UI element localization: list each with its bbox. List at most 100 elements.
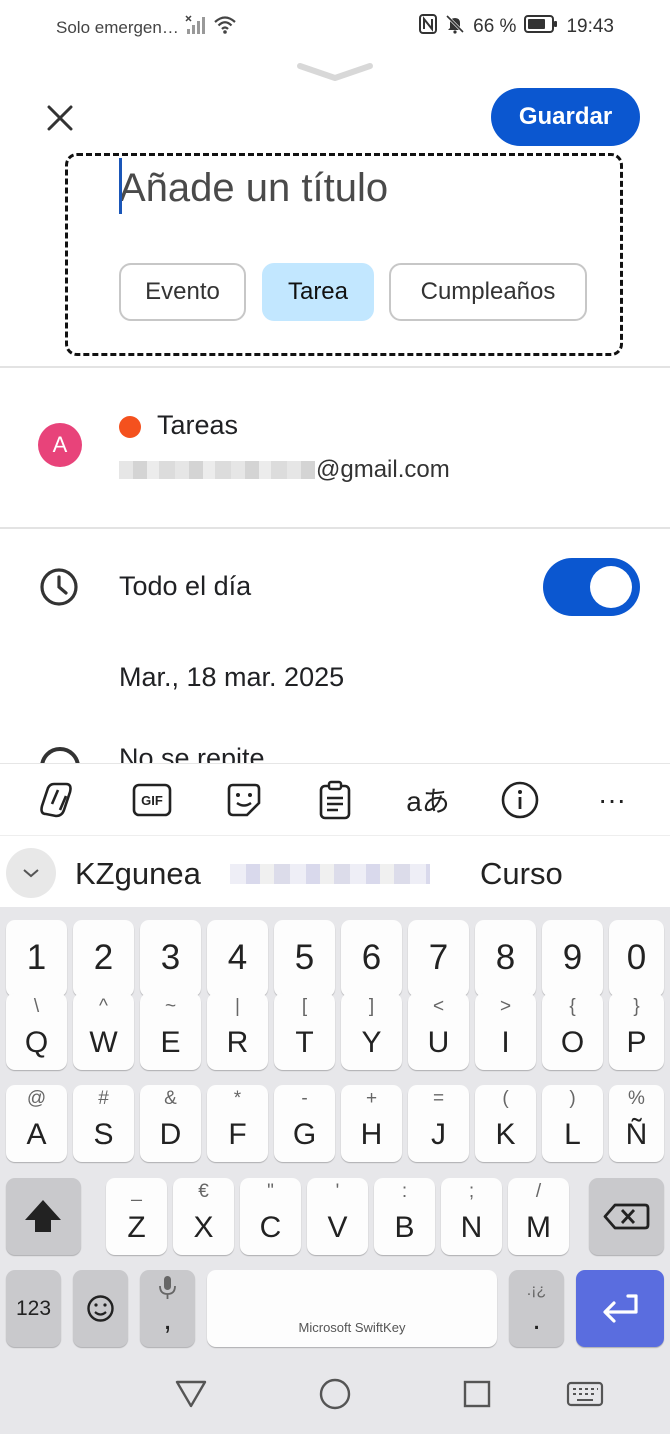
key-t[interactable]: [T bbox=[274, 993, 335, 1070]
key-j[interactable]: = J bbox=[408, 1085, 469, 1162]
sheet-drag-handle[interactable] bbox=[296, 62, 374, 82]
key-d[interactable]: & D bbox=[140, 1085, 201, 1162]
clipboard-icon[interactable] bbox=[311, 778, 359, 822]
key-f[interactable]: * F bbox=[207, 1085, 268, 1162]
keyboard-toolbar: GIF aあ ··· bbox=[0, 763, 670, 835]
period-key[interactable]: .¡¿. bbox=[509, 1270, 564, 1347]
all-day-label: Todo el día bbox=[119, 571, 252, 601]
key-b[interactable]: :B bbox=[374, 1178, 435, 1255]
key-u[interactable]: < U bbox=[408, 993, 469, 1070]
text-caret bbox=[119, 158, 122, 214]
repeat-row[interactable]: No se repite bbox=[0, 745, 670, 763]
toggle-knob bbox=[590, 566, 632, 608]
more-icon[interactable]: ··· bbox=[588, 778, 636, 822]
key-e[interactable]: ~ E bbox=[140, 993, 201, 1070]
chip-cumpleanos[interactable]: Cumpleaños bbox=[389, 263, 587, 321]
key-q[interactable]: \ Q bbox=[6, 993, 67, 1070]
key-v[interactable]: ' V bbox=[307, 1178, 368, 1255]
suggestion-right[interactable]: Curso bbox=[480, 856, 563, 892]
comma-key[interactable]: , bbox=[140, 1270, 195, 1347]
wifi-icon bbox=[213, 15, 237, 40]
keyboard-switch-button[interactable] bbox=[565, 1374, 605, 1414]
key-8[interactable]: 8 bbox=[475, 920, 536, 997]
mute-icon bbox=[445, 14, 465, 40]
recents-button[interactable] bbox=[457, 1374, 497, 1414]
key-r[interactable]: | R bbox=[207, 993, 268, 1070]
home-icon bbox=[319, 1378, 351, 1410]
close-icon bbox=[47, 105, 73, 131]
chip-evento[interactable]: Evento bbox=[119, 263, 246, 321]
collapse-suggestions-button[interactable] bbox=[6, 848, 56, 898]
key-p[interactable]: } P bbox=[609, 993, 664, 1070]
key-y[interactable]: ] Y bbox=[341, 993, 402, 1070]
emoji-key[interactable] bbox=[73, 1270, 128, 1347]
backspace-key[interactable] bbox=[589, 1178, 664, 1255]
space-key[interactable]: Microsoft SwiftKey bbox=[207, 1270, 497, 1347]
key-g[interactable]: -G bbox=[274, 1085, 335, 1162]
suggestion-bar: KZgunea Curso bbox=[0, 835, 670, 907]
account-email: @gmail.com bbox=[316, 456, 450, 483]
chevron-down-icon bbox=[297, 63, 373, 81]
title-input[interactable] bbox=[119, 158, 599, 218]
key-w[interactable]: ^ W bbox=[73, 993, 134, 1070]
key-m[interactable]: / M bbox=[508, 1178, 569, 1255]
key-0[interactable]: 0 bbox=[609, 920, 664, 997]
clock-icon bbox=[38, 566, 80, 608]
close-button[interactable] bbox=[38, 96, 82, 140]
key-5[interactable]: 5 bbox=[274, 920, 335, 997]
chip-tarea[interactable]: Tarea bbox=[262, 263, 374, 321]
keyboard-switch-icon bbox=[566, 1381, 604, 1407]
avatar: A bbox=[38, 423, 82, 467]
key-4[interactable]: 4 bbox=[207, 920, 268, 997]
calendar-color-dot bbox=[119, 416, 141, 438]
save-button[interactable]: Guardar bbox=[491, 88, 640, 146]
status-bar: Solo emergen… 66 % 19:43 bbox=[0, 0, 670, 52]
calendar-name: Tareas bbox=[157, 410, 239, 440]
info-icon[interactable] bbox=[496, 778, 544, 822]
key-s[interactable]: # S bbox=[73, 1085, 134, 1162]
clock-time: 19:43 bbox=[566, 16, 614, 37]
all-day-toggle[interactable] bbox=[543, 558, 640, 616]
battery-percent: 66 % bbox=[473, 16, 517, 37]
redacted-suggestion[interactable] bbox=[230, 864, 430, 884]
battery-icon bbox=[524, 15, 558, 39]
key-c[interactable]: " C bbox=[240, 1178, 301, 1255]
gif-icon[interactable]: GIF bbox=[128, 778, 176, 822]
enter-icon bbox=[603, 1294, 638, 1323]
key-6[interactable]: 6 bbox=[341, 920, 402, 997]
key-n[interactable]: ; N bbox=[441, 1178, 502, 1255]
shift-icon bbox=[25, 1200, 61, 1232]
status-left: Solo emergen… bbox=[56, 15, 237, 40]
shift-key[interactable] bbox=[6, 1178, 81, 1255]
key-2[interactable]: 2 bbox=[73, 920, 134, 997]
key-h[interactable]: + H bbox=[341, 1085, 402, 1162]
back-button[interactable] bbox=[171, 1374, 211, 1414]
nfc-icon bbox=[419, 14, 438, 40]
key-l[interactable]: ) L bbox=[542, 1085, 603, 1162]
enter-key[interactable] bbox=[576, 1270, 664, 1347]
key-7[interactable]: 7 bbox=[408, 920, 469, 997]
home-button[interactable] bbox=[315, 1374, 355, 1414]
key-z[interactable]: _ Z bbox=[106, 1178, 167, 1255]
key-n-tilde[interactable]: % Ñ bbox=[609, 1085, 664, 1162]
chevron-down-icon bbox=[23, 869, 39, 878]
numbers-key[interactable]: 123 bbox=[6, 1270, 61, 1347]
date-picker[interactable]: Mar., 18 mar. 2025 bbox=[119, 662, 344, 693]
key-k[interactable]: (K bbox=[475, 1085, 536, 1162]
redacted-email bbox=[119, 461, 315, 479]
key-o[interactable]: {O bbox=[542, 993, 603, 1070]
key-1[interactable]: 1 bbox=[6, 920, 67, 997]
svg-text:GIF: GIF bbox=[141, 793, 163, 808]
suggestion-left[interactable]: KZgunea bbox=[75, 856, 201, 892]
emoji-icon bbox=[87, 1295, 114, 1322]
recents-icon bbox=[463, 1380, 491, 1408]
key-a[interactable]: @ A bbox=[6, 1085, 67, 1162]
copilot-icon[interactable] bbox=[34, 778, 82, 822]
key-i[interactable]: > I bbox=[475, 993, 536, 1070]
key-x[interactable]: € X bbox=[173, 1178, 234, 1255]
key-3[interactable]: 3 bbox=[140, 920, 201, 997]
key-9[interactable]: 9 bbox=[542, 920, 603, 997]
translate-icon[interactable]: aあ bbox=[404, 778, 452, 822]
backspace-icon bbox=[603, 1203, 650, 1230]
sticker-icon[interactable] bbox=[220, 778, 268, 822]
